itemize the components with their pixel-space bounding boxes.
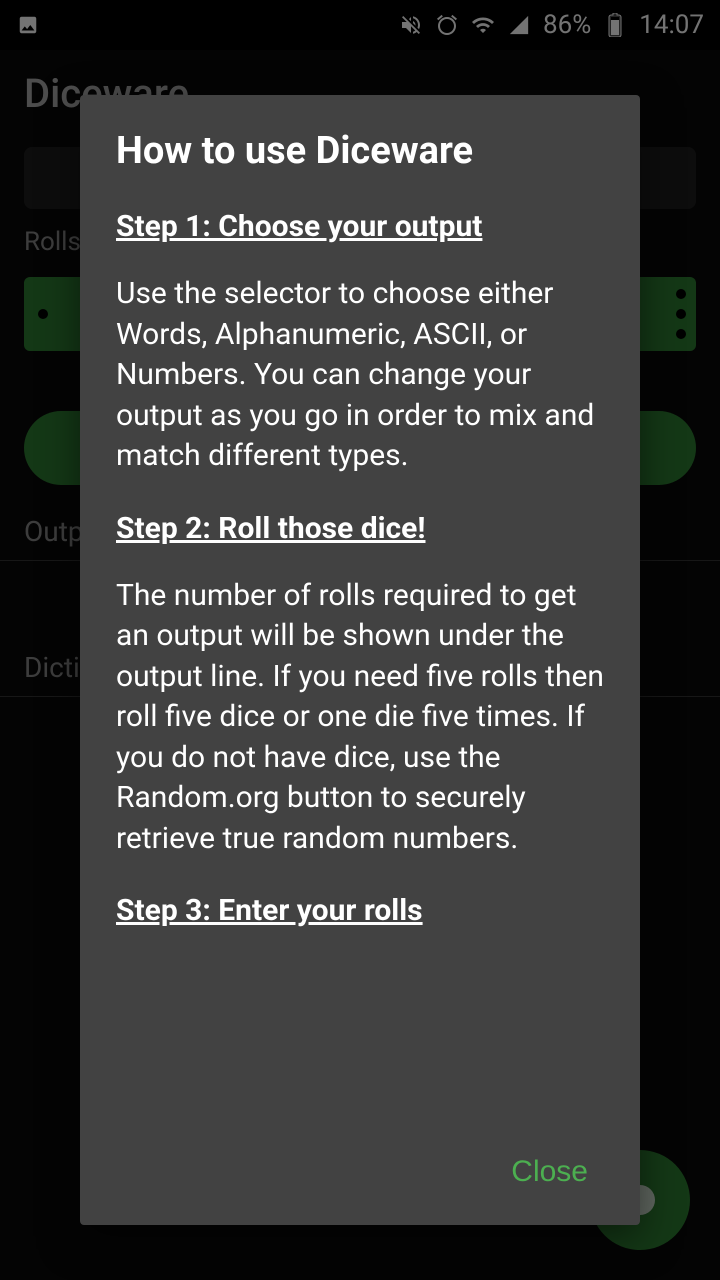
help-dialog: How to use Diceware Step 1: Choose your … <box>80 95 640 1225</box>
step1-text: Use the selector to choose either Words,… <box>116 274 604 477</box>
close-button[interactable]: Close <box>495 1143 604 1201</box>
dialog-content: Step 1: Choose your output Use the selec… <box>116 209 604 1133</box>
dialog-actions: Close <box>116 1133 604 1201</box>
dialog-overlay[interactable]: How to use Diceware Step 1: Choose your … <box>0 0 720 1280</box>
step2-text: The number of rolls required to get an o… <box>116 576 604 860</box>
step3-heading: Step 3: Enter your rolls <box>116 893 604 928</box>
step2-heading: Step 2: Roll those dice! <box>116 511 604 546</box>
step1-heading: Step 1: Choose your output <box>116 209 604 244</box>
dialog-title: How to use Diceware <box>116 129 604 173</box>
